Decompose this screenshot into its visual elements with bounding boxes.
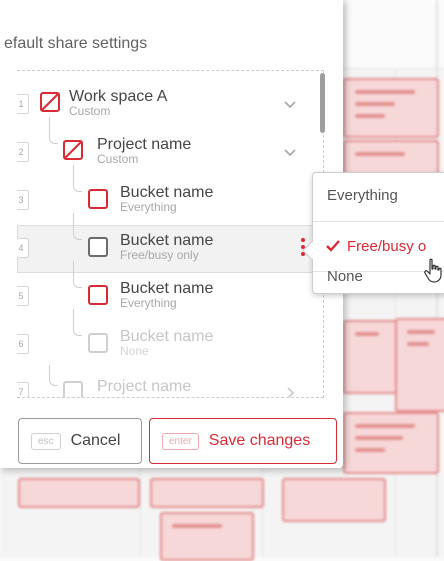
- tree-row-workspace[interactable]: 1 Work space A Custom: [17, 81, 317, 129]
- row-number: 4: [17, 238, 29, 258]
- background-event-card: [160, 512, 254, 561]
- row-label: Bucket name: [120, 184, 214, 201]
- checkmark-icon: [326, 240, 340, 252]
- chevron-down-icon[interactable]: [282, 145, 298, 161]
- background-event-card: [150, 478, 264, 508]
- row-label: Work space A: [69, 88, 168, 105]
- tree-row-project[interactable]: 7 Project name: [17, 365, 317, 398]
- cancel-label: Cancel: [70, 432, 121, 449]
- scrollbar-thumb[interactable]: [320, 73, 325, 133]
- esc-key-hint: esc: [31, 432, 61, 450]
- row-number: 7: [17, 382, 29, 397]
- background-event-card: [282, 478, 386, 522]
- row-sublabel: Free/busy only: [120, 248, 199, 262]
- tree-connector: [49, 117, 58, 144]
- menu-item-label: Everything: [327, 187, 398, 204]
- bucket-checkbox[interactable]: [88, 333, 108, 353]
- row-label: Bucket name: [120, 232, 214, 249]
- partial-check-icon: [41, 93, 59, 111]
- row-sublabel: Custom: [69, 104, 111, 118]
- tree-row-bucket[interactable]: 6 Bucket name None: [17, 309, 317, 369]
- partial-check-icon: [64, 141, 82, 159]
- row-sublabel: Everything: [120, 200, 177, 214]
- save-changes-button[interactable]: enter Save changes: [149, 418, 337, 464]
- tree-connector: [73, 261, 82, 288]
- enter-key-hint: enter: [162, 432, 199, 450]
- project-checkbox[interactable]: [63, 381, 83, 397]
- bucket-checkbox[interactable]: [88, 237, 108, 257]
- row-label: Project name: [97, 378, 192, 395]
- chevron-down-icon[interactable]: [282, 97, 298, 113]
- tree-connector: [73, 213, 82, 240]
- bucket-checkbox[interactable]: [88, 189, 108, 209]
- background-event-card: [343, 78, 439, 138]
- bucket-checkbox[interactable]: [88, 285, 108, 305]
- background-event-card: [343, 412, 439, 474]
- share-tree: 1 Work space A Custom 2 Project name Cus…: [17, 70, 324, 398]
- row-label: Bucket name: [120, 280, 214, 297]
- menu-divider: [313, 221, 444, 222]
- share-settings-panel: efault share settings 1 Work space A Cus…: [0, 0, 343, 468]
- row-number: 6: [17, 334, 29, 354]
- tree-row-bucket-selected[interactable]: 4 Bucket name Free/busy only: [17, 213, 317, 273]
- tree-connector: [73, 309, 82, 336]
- row-label: Bucket name: [120, 328, 214, 345]
- save-label: Save changes: [208, 432, 311, 449]
- cancel-button[interactable]: esc Cancel: [18, 418, 142, 464]
- background-event-card: [343, 320, 397, 394]
- background-event-card: [18, 478, 140, 508]
- menu-item-label: None: [327, 268, 363, 285]
- menu-item-label: Free/busy o: [347, 238, 427, 255]
- partial-checkbox[interactable]: [40, 92, 60, 112]
- partial-checkbox[interactable]: [63, 140, 83, 160]
- tree-connector: [73, 165, 82, 192]
- menu-item-everything[interactable]: Everything: [313, 175, 444, 215]
- row-number: 3: [17, 190, 29, 210]
- chevron-right-icon[interactable]: [282, 385, 298, 398]
- row-number: 5: [17, 286, 29, 306]
- tree-row-bucket[interactable]: 3 Bucket name Everything: [17, 165, 317, 225]
- background-event-card: [395, 318, 444, 412]
- row-label: Project name: [97, 136, 192, 153]
- row-sublabel: None: [120, 344, 149, 358]
- panel-title: efault share settings: [4, 35, 148, 52]
- row-sublabel: Everything: [120, 296, 177, 310]
- tree-row-bucket[interactable]: 5 Bucket name Everything: [17, 261, 317, 321]
- row-number: 2: [17, 142, 29, 162]
- hand-cursor-icon: [424, 258, 442, 283]
- tree-connector: [49, 365, 58, 386]
- row-sublabel: Custom: [97, 152, 139, 166]
- row-number: 1: [17, 94, 29, 114]
- tree-row-project[interactable]: 2 Project name Custom: [17, 117, 317, 177]
